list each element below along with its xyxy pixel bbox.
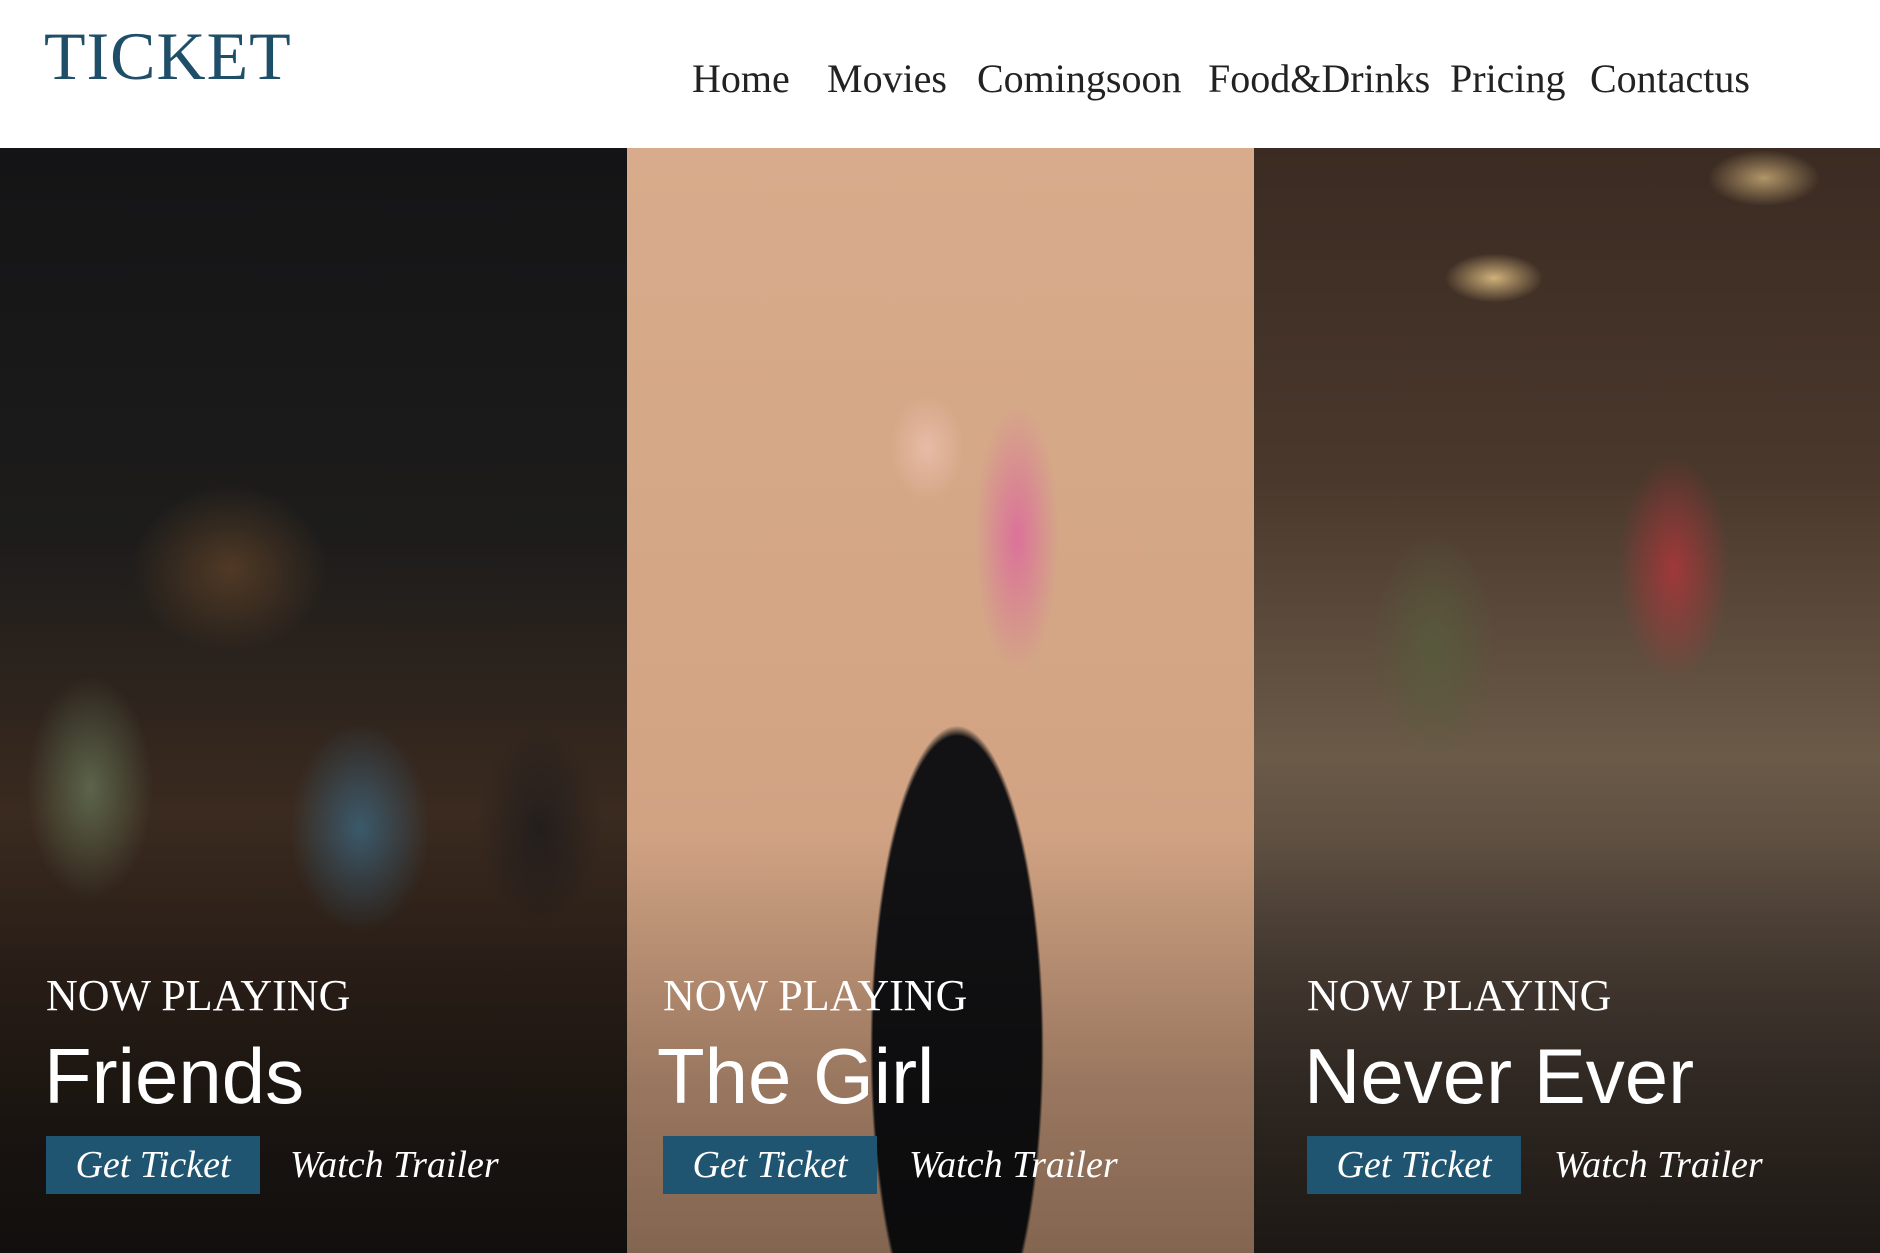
- get-ticket-button[interactable]: Get Ticket: [46, 1136, 260, 1194]
- movie-card-friends: NOW PLAYING Friends Get Ticket Watch Tra…: [0, 148, 627, 1253]
- site-logo[interactable]: TICKET: [44, 22, 292, 90]
- movie-title: The Girl: [657, 1032, 935, 1120]
- movie-title: Never Ever: [1304, 1032, 1695, 1120]
- now-playing-label: NOW PLAYING: [1307, 971, 1612, 1020]
- movie-card-the-girl: NOW PLAYING The Girl Get Ticket Watch Tr…: [627, 148, 1254, 1253]
- movie-title: Friends: [44, 1032, 305, 1120]
- nav-pricing[interactable]: Pricing: [1450, 54, 1566, 104]
- movie-panels: NOW PLAYING Friends Get Ticket Watch Tra…: [0, 148, 1880, 1253]
- watch-trailer-link[interactable]: Watch Trailer: [1554, 1136, 1763, 1194]
- watch-trailer-link[interactable]: Watch Trailer: [909, 1136, 1118, 1194]
- watch-trailer-link[interactable]: Watch Trailer: [290, 1136, 499, 1194]
- nav-food-drinks[interactable]: Food&Drinks: [1208, 54, 1430, 104]
- now-playing-label: NOW PLAYING: [46, 971, 351, 1020]
- site-header: TICKET Home Movies Comingsoon Food&Drink…: [0, 0, 1880, 148]
- nav-contactus[interactable]: Contactus: [1590, 54, 1750, 104]
- nav-comingsoon[interactable]: Comingsoon: [977, 54, 1181, 104]
- get-ticket-button[interactable]: Get Ticket: [1307, 1136, 1521, 1194]
- get-ticket-button[interactable]: Get Ticket: [663, 1136, 877, 1194]
- now-playing-label: NOW PLAYING: [663, 971, 968, 1020]
- movie-card-never-ever: NOW PLAYING Never Ever Get Ticket Watch …: [1254, 148, 1880, 1253]
- nav-movies[interactable]: Movies: [827, 54, 947, 104]
- nav-home[interactable]: Home: [692, 54, 790, 104]
